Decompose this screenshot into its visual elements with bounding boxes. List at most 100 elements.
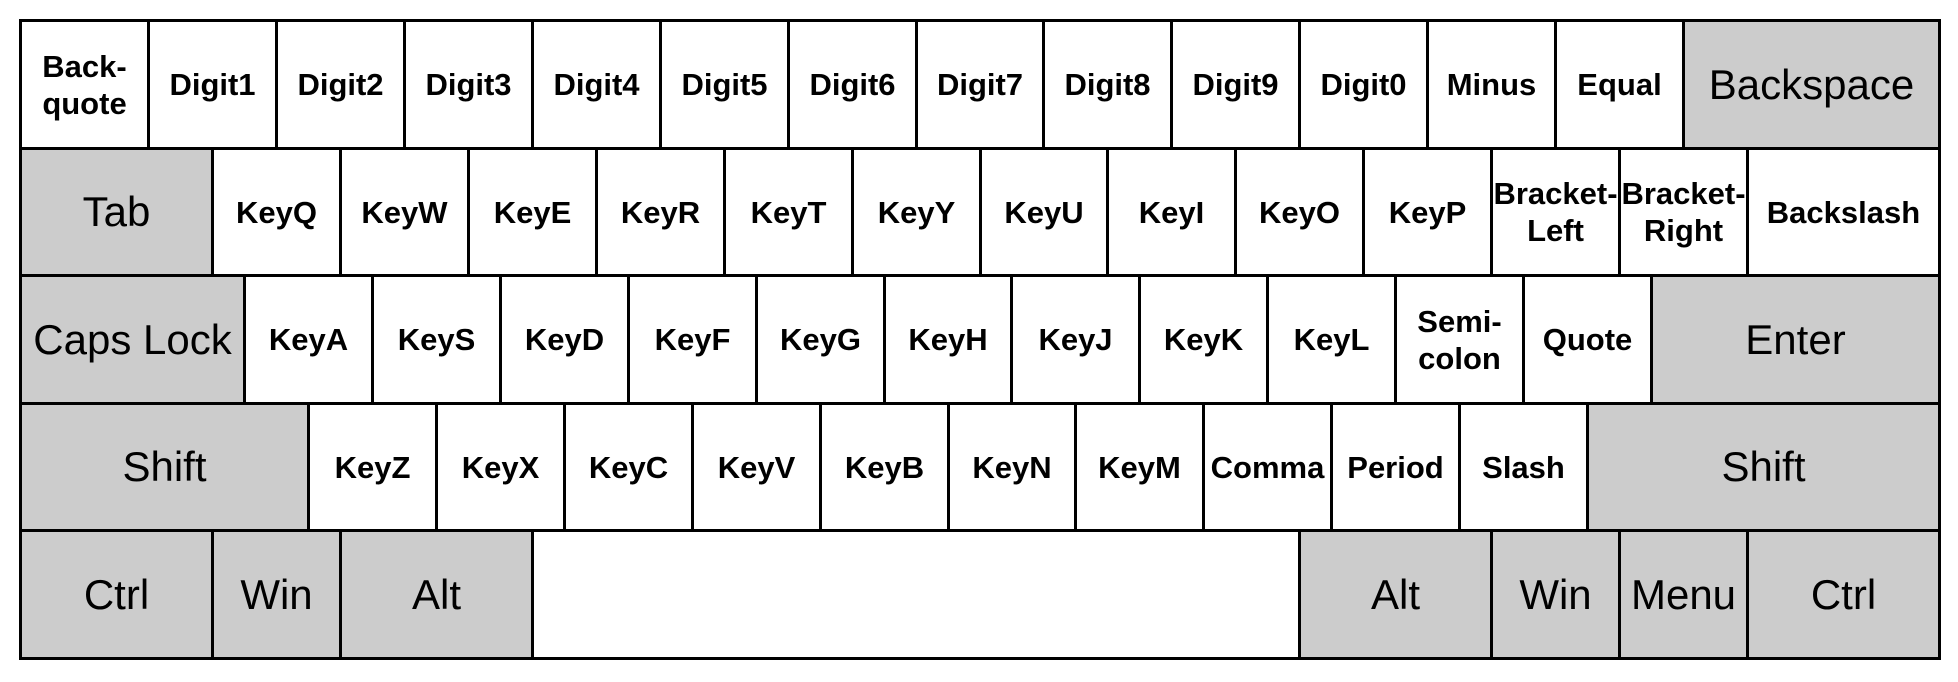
key-label: Back- quote (42, 48, 127, 121)
key-key-i[interactable]: KeyI (1106, 147, 1237, 277)
key-label: Digit7 (936, 67, 1024, 102)
key-key-n[interactable]: KeyN (947, 402, 1077, 532)
key-shift-left[interactable]: Shift (19, 402, 310, 532)
key-label: KeyH (908, 322, 988, 357)
key-label: Period (1347, 449, 1444, 485)
key-label: Digit9 (1192, 67, 1279, 102)
key-label: KeyC (588, 449, 669, 485)
key-key-q[interactable]: KeyQ (211, 147, 342, 277)
key-key-z[interactable]: KeyZ (307, 402, 438, 532)
key-label: Alt (411, 570, 461, 618)
key-key-a[interactable]: KeyA (243, 274, 374, 405)
key-digit9[interactable]: Digit9 (1170, 19, 1301, 150)
on-screen-keyboard: Back- quote Digit1 Digit2 Digit3 Digit4 Digit… (19, 19, 1941, 660)
key-label: KeyF (654, 322, 731, 357)
key-digit6[interactable]: Digit6 (787, 19, 918, 150)
key-label: Shift (122, 443, 207, 490)
key-backspace[interactable]: Backspace (1682, 19, 1941, 150)
key-minus[interactable]: Minus (1426, 19, 1557, 150)
key-label: Digit0 (1320, 67, 1407, 102)
key-caps-lock[interactable]: Caps Lock (19, 274, 246, 405)
key-key-p[interactable]: KeyP (1362, 147, 1493, 277)
key-meta-right[interactable]: Win (1490, 529, 1621, 660)
key-digit2[interactable]: Digit2 (275, 19, 406, 150)
key-key-e[interactable]: KeyE (467, 147, 598, 277)
key-comma[interactable]: Comma (1202, 402, 1333, 532)
key-key-l[interactable]: KeyL (1266, 274, 1397, 405)
key-label: Shift (1721, 443, 1806, 490)
key-label: KeyK (1163, 322, 1244, 357)
key-backquote[interactable]: Back- quote (19, 19, 150, 150)
key-label: KeyW (361, 194, 448, 230)
key-label: Comma (1210, 449, 1325, 485)
key-label: KeyA (268, 322, 349, 357)
key-label: Tab (82, 188, 151, 235)
key-key-o[interactable]: KeyO (1234, 147, 1365, 277)
key-semicolon[interactable]: Semi- colon (1394, 274, 1525, 405)
key-meta-left[interactable]: Win (211, 529, 342, 660)
key-digit8[interactable]: Digit8 (1042, 19, 1173, 150)
key-key-d[interactable]: KeyD (499, 274, 630, 405)
key-digit3[interactable]: Digit3 (403, 19, 534, 150)
key-digit5[interactable]: Digit5 (659, 19, 790, 150)
key-bracket-right[interactable]: Bracket- Right (1618, 147, 1749, 277)
key-key-k[interactable]: KeyK (1138, 274, 1269, 405)
key-key-j[interactable]: KeyJ (1010, 274, 1141, 405)
key-label: KeyY (877, 194, 956, 230)
key-label: KeyV (717, 449, 796, 485)
key-label: Minus (1446, 67, 1537, 102)
key-label: Ctrl (1810, 570, 1877, 618)
key-label: KeyP (1388, 194, 1467, 230)
key-key-c[interactable]: KeyC (563, 402, 694, 532)
key-key-b[interactable]: KeyB (819, 402, 950, 532)
key-control-left[interactable]: Ctrl (19, 529, 214, 660)
key-label: KeyT (750, 194, 827, 230)
key-label: KeyQ (236, 194, 317, 230)
key-key-s[interactable]: KeyS (371, 274, 502, 405)
key-label: KeyZ (334, 449, 411, 485)
key-label: Enter (1745, 315, 1846, 363)
key-slash[interactable]: Slash (1458, 402, 1589, 532)
key-label: Quote (1542, 322, 1633, 357)
key-label: KeyB (844, 449, 925, 485)
key-key-u[interactable]: KeyU (979, 147, 1109, 277)
key-key-w[interactable]: KeyW (339, 147, 470, 277)
key-key-m[interactable]: KeyM (1074, 402, 1205, 532)
key-label: Semi- colon (1417, 303, 1502, 376)
key-label: KeyU (1004, 194, 1084, 230)
key-alt-left[interactable]: Alt (339, 529, 534, 660)
key-label: Caps Lock (33, 315, 232, 363)
key-digit4[interactable]: Digit4 (531, 19, 662, 150)
key-digit7[interactable]: Digit7 (915, 19, 1045, 150)
key-control-right[interactable]: Ctrl (1746, 529, 1941, 660)
key-shift-right[interactable]: Shift (1586, 402, 1941, 532)
key-key-t[interactable]: KeyT (723, 147, 854, 277)
key-period[interactable]: Period (1330, 402, 1461, 532)
key-alt-right[interactable]: Alt (1298, 529, 1493, 660)
key-enter[interactable]: Enter (1650, 274, 1941, 405)
key-digit0[interactable]: Digit0 (1298, 19, 1429, 150)
key-label: Equal (1577, 67, 1662, 102)
key-context-menu[interactable]: Menu (1618, 529, 1749, 660)
key-quote[interactable]: Quote (1522, 274, 1653, 405)
key-label: KeyJ (1038, 322, 1113, 357)
key-equal[interactable]: Equal (1554, 19, 1685, 150)
key-bracket-left[interactable]: Bracket- Left (1490, 147, 1621, 277)
key-label: Digit4 (553, 67, 640, 102)
key-label: Slash (1482, 449, 1565, 485)
key-space[interactable] (531, 529, 1301, 660)
key-key-f[interactable]: KeyF (627, 274, 758, 405)
key-key-r[interactable]: KeyR (595, 147, 726, 277)
key-backslash[interactable]: Backslash (1746, 147, 1941, 277)
key-key-g[interactable]: KeyG (755, 274, 886, 405)
key-label: Digit3 (425, 67, 512, 102)
key-tab[interactable]: Tab (19, 147, 214, 277)
key-label: Digit5 (681, 67, 768, 102)
key-key-y[interactable]: KeyY (851, 147, 982, 277)
key-digit1[interactable]: Digit1 (147, 19, 278, 150)
key-label: KeyN (972, 449, 1052, 485)
key-key-v[interactable]: KeyV (691, 402, 822, 532)
key-key-x[interactable]: KeyX (435, 402, 566, 532)
key-key-h[interactable]: KeyH (883, 274, 1013, 405)
key-label: Digit1 (169, 67, 256, 102)
